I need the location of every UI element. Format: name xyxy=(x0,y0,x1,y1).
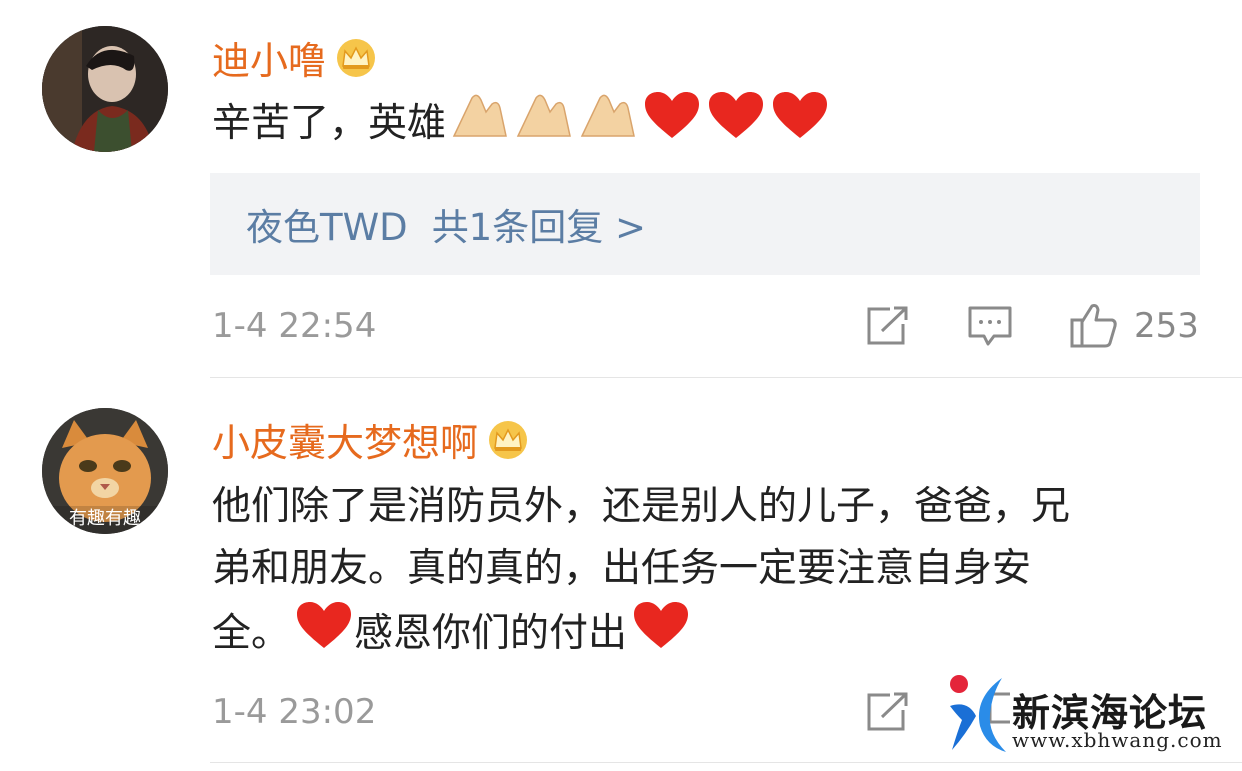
comment-text: 辛苦了，英雄 xyxy=(212,90,830,161)
username[interactable]: 小皮囊大梦想啊 xyxy=(212,412,530,467)
comment-line: 弟和朋友。真的真的，出任务一定要注意自身安 xyxy=(212,546,1032,591)
username-text[interactable]: 小皮囊大梦想啊 xyxy=(212,412,478,467)
folded-hands-icon xyxy=(578,90,638,161)
folded-hands-icon xyxy=(514,90,574,161)
username[interactable]: 迪小噜 xyxy=(212,30,378,85)
comment-line: 他们除了是消防员外，还是别人的儿子，爸爸，兄 xyxy=(212,484,1071,529)
reply-preview[interactable]: 夜色TWD 共1条回复 > xyxy=(210,173,1200,275)
folded-hands-icon xyxy=(450,90,510,161)
like-icon[interactable] xyxy=(1070,302,1118,352)
divider xyxy=(210,762,1242,763)
avatar-caption: 有趣有趣 xyxy=(69,508,141,529)
username-text[interactable]: 迪小噜 xyxy=(212,30,326,85)
share-icon[interactable] xyxy=(866,692,910,736)
heart-icon xyxy=(706,90,766,161)
comment-icon[interactable] xyxy=(968,306,1012,352)
reply-count-link[interactable]: 共1条回复 > xyxy=(432,197,646,251)
watermark-logo-icon xyxy=(944,672,1010,760)
divider xyxy=(210,377,1242,378)
timestamp: 1-4 23:02 xyxy=(212,692,377,732)
like-count: 253 xyxy=(1134,306,1199,346)
avatar[interactable]: 有趣有趣 xyxy=(42,408,168,534)
heart-icon xyxy=(294,600,354,671)
comment-text: 他们除了是消防员外，还是别人的儿子，爸爸，兄 弟和朋友。真的真的，出任务一定要注… xyxy=(212,476,1070,671)
crown-icon xyxy=(486,420,530,460)
timestamp: 1-4 22:54 xyxy=(212,306,377,346)
crown-icon xyxy=(334,38,378,78)
watermark-url: www.xbhwang.com xyxy=(1012,728,1223,752)
reply-author[interactable]: 夜色TWD xyxy=(246,197,408,251)
share-icon[interactable] xyxy=(866,306,910,350)
heart-icon xyxy=(631,600,691,671)
comment-line: 全。 感恩你们的付出 xyxy=(212,600,1070,671)
avatar[interactable] xyxy=(42,26,168,152)
heart-icon xyxy=(642,90,702,161)
heart-icon xyxy=(770,90,830,161)
